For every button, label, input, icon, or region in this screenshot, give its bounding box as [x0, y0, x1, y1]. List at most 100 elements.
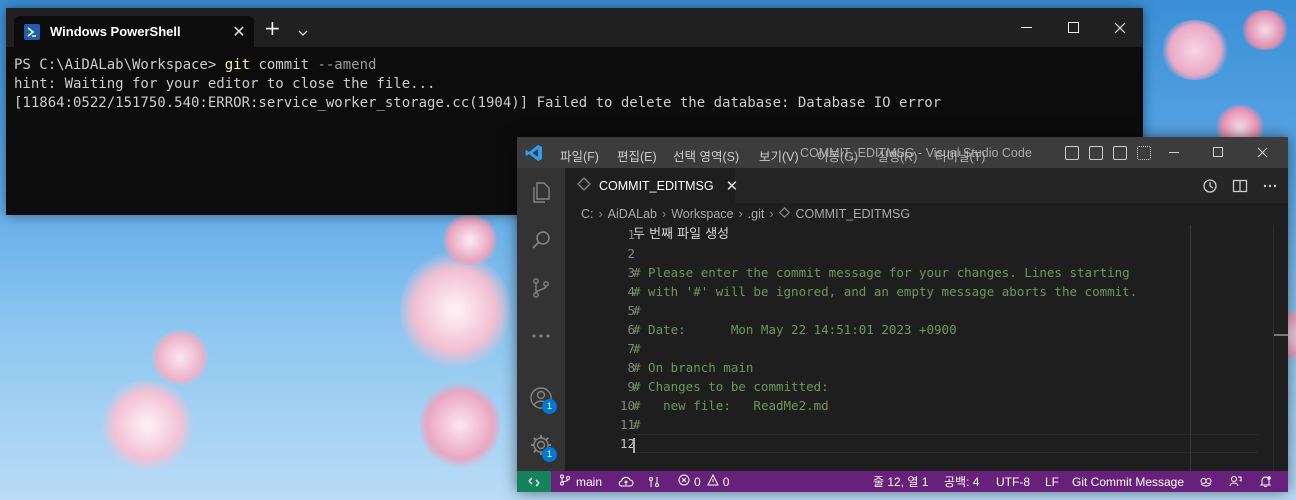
line-number: 3	[627, 265, 635, 280]
branch-label: main	[576, 474, 603, 489]
indentation[interactable]: 공백: 4	[944, 471, 979, 492]
terminal-command: git	[224, 57, 251, 73]
line-number: 9	[627, 379, 635, 394]
feedback-icon[interactable]	[1229, 471, 1242, 492]
line-number: 12	[619, 436, 635, 451]
terminal-hint-line: hint: Waiting for your editor to close t…	[14, 76, 436, 92]
chevron-right-icon: ›	[598, 207, 603, 221]
source-control-icon[interactable]	[529, 276, 553, 300]
text-cursor	[633, 438, 635, 453]
terminal-args: commit	[250, 57, 318, 73]
code-line[interactable]: #	[633, 339, 1258, 358]
toggle-panel-icon[interactable]	[1089, 146, 1103, 160]
window-title: COMMIT_EDITMSG - Visual Studio Code	[800, 146, 1032, 160]
branch-status[interactable]: main	[559, 471, 602, 492]
vscode-logo-icon	[525, 144, 543, 165]
code-line[interactable]: # with '#' will be ignored, and an empty…	[633, 282, 1258, 301]
code-line[interactable]: # On branch main	[633, 358, 1258, 377]
status-bar: main 0 0 줄 12, 열 1 공백: 4 UTF-8 LF Git Co…	[517, 471, 1288, 492]
language-mode[interactable]: Git Commit Message	[1072, 471, 1184, 492]
split-editor-icon[interactable]	[1232, 178, 1248, 199]
line-number: 2	[627, 246, 635, 261]
more-icon[interactable]	[529, 324, 553, 348]
terminal-titlebar[interactable]: Windows PowerShell ✕ +	[6, 8, 1143, 47]
code-line[interactable]: # Date: Mon May 22 14:51:01 2023 +0900	[633, 320, 1258, 339]
cursor-position[interactable]: 줄 12, 열 1	[873, 471, 928, 492]
new-tab-icon[interactable]: +	[264, 18, 281, 38]
line-number: 8	[627, 360, 635, 375]
vscode-window[interactable]: 파일(F) 편집(E) 선택 영역(S) 보기(V) 이동(G) 실행(R) 터…	[517, 137, 1288, 492]
customize-layout-icon[interactable]	[1137, 146, 1151, 160]
line-number: 1	[627, 227, 635, 242]
minimize-icon[interactable]	[1004, 8, 1050, 47]
chevron-right-icon: ›	[769, 207, 774, 221]
code-line[interactable]	[633, 244, 1258, 263]
breadcrumb-item[interactable]: Workspace	[671, 207, 733, 221]
code-line[interactable]: 두 번째 파일 생성	[633, 225, 1258, 244]
warning-icon	[706, 473, 719, 489]
file-icon	[778, 206, 790, 221]
error-count: 0	[694, 474, 701, 489]
toggle-secondary-sidebar-icon[interactable]	[1113, 146, 1127, 160]
explorer-icon[interactable]	[529, 180, 553, 204]
breadcrumb-item[interactable]: .git	[748, 207, 765, 221]
warning-count: 0	[722, 474, 730, 489]
graph-icon[interactable]	[648, 471, 660, 492]
notifications-icon[interactable]	[1259, 471, 1272, 492]
end-of-line[interactable]: LF	[1045, 471, 1059, 492]
encoding[interactable]: UTF-8	[996, 471, 1030, 492]
maximize-icon[interactable]	[1196, 137, 1240, 168]
terminal-tab[interactable]: Windows PowerShell ✕	[14, 16, 254, 47]
remote-indicator-icon[interactable]	[517, 471, 551, 492]
tab-label: COMMIT_EDITMSG	[599, 178, 714, 193]
chevron-right-icon: ›	[662, 207, 667, 221]
line-number-gutter: 1 2 3 4 5 6 7 8 9 10 11 12	[565, 225, 635, 453]
line-number: 10	[619, 398, 635, 413]
code-line[interactable]: # Please enter the commit message for yo…	[633, 263, 1258, 282]
editor-actions	[1202, 178, 1278, 199]
breadcrumb-item[interactable]: C:	[581, 207, 594, 221]
line-number: 5	[627, 303, 635, 318]
code-editor[interactable]: 1 2 3 4 5 6 7 8 9 10 11 12 두 번째 파일 생성 # …	[565, 225, 1288, 471]
more-actions-icon[interactable]	[1262, 178, 1278, 199]
line-number: 11	[619, 417, 635, 432]
minimize-icon[interactable]	[1152, 137, 1196, 168]
accounts-badge: 1	[542, 399, 557, 414]
menu-view[interactable]: 보기(V)	[759, 146, 799, 165]
menu-file[interactable]: 파일(F)	[560, 146, 599, 165]
terminal-output[interactable]: PS C:\AiDALab\Workspace> git commit --am…	[6, 47, 1143, 122]
tab-commit-editmsg[interactable]: COMMIT_EDITMSG ✕	[565, 168, 738, 203]
close-window-icon[interactable]	[1097, 8, 1143, 47]
code-line[interactable]: #	[633, 301, 1258, 320]
vertical-scrollbar[interactable]	[1273, 225, 1288, 471]
close-tab-icon[interactable]: ✕	[224, 22, 254, 41]
vscode-titlebar[interactable]: 파일(F) 편집(E) 선택 영역(S) 보기(V) 이동(G) 실행(R) 터…	[517, 137, 1288, 168]
code-line[interactable]: # Changes to be committed:	[633, 377, 1258, 396]
sync-icon[interactable]	[618, 471, 634, 492]
menu-edit[interactable]: 편집(E)	[617, 146, 657, 165]
terminal-tab-title: Windows PowerShell	[50, 24, 181, 39]
manage-badge: 1	[542, 447, 557, 462]
line-number: 4	[627, 284, 635, 299]
maximize-icon[interactable]	[1051, 8, 1097, 47]
code-line[interactable]: # new file: ReadMe2.md	[633, 396, 1258, 415]
problems-status[interactable]: 0 0	[678, 471, 729, 492]
chevron-right-icon: ›	[738, 207, 743, 221]
current-line[interactable]	[633, 434, 1258, 453]
activity-bar: 1 1	[517, 168, 565, 471]
close-window-icon[interactable]	[1240, 137, 1284, 168]
powershell-icon	[24, 23, 40, 40]
chevron-down-icon[interactable]	[298, 22, 308, 41]
error-icon	[678, 474, 690, 489]
menu-selection[interactable]: 선택 영역(S)	[673, 146, 739, 165]
code-lines[interactable]: 두 번째 파일 생성 # Please enter the commit mes…	[633, 225, 1258, 453]
search-icon[interactable]	[529, 228, 553, 252]
terminal-prompt: PS C:\AiDALab\Workspace>	[14, 57, 225, 73]
copilot-icon[interactable]	[1199, 471, 1213, 492]
code-line[interactable]: #	[633, 415, 1258, 434]
timeline-icon[interactable]	[1202, 178, 1218, 199]
toggle-sidebar-icon[interactable]	[1065, 146, 1079, 160]
breadcrumb-item[interactable]: COMMIT_EDITMSG	[796, 207, 911, 221]
breadcrumb-item[interactable]: AiDALab	[608, 207, 657, 221]
close-tab-icon[interactable]: ✕	[726, 177, 739, 195]
